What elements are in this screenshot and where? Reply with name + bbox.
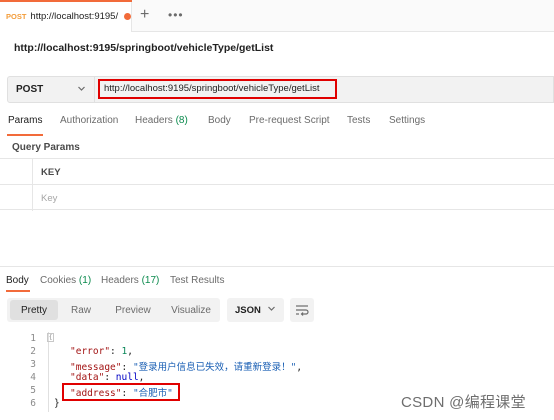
new-tab-button[interactable]: + — [140, 7, 149, 23]
line-number: 1 — [30, 333, 36, 344]
line-number: 5 — [30, 385, 36, 396]
preview-button[interactable]: Preview — [105, 300, 161, 320]
json-sep: : — [110, 346, 122, 357]
tab-authorization[interactable]: Authorization — [60, 115, 118, 126]
tab-headers[interactable]: Headers (8) — [135, 115, 188, 126]
json-value: null — [115, 372, 139, 383]
response-tab-headers[interactable]: Headers (17) — [101, 275, 159, 286]
url-text[interactable]: http://localhost:9195/springboot/vehicle… — [104, 83, 319, 94]
json-comma: , — [296, 362, 303, 373]
tab-title: http://localhost:9195/ — [30, 10, 119, 22]
line-number: 2 — [30, 346, 36, 357]
active-tab-indicator — [0, 0, 132, 2]
code-line: "data": null, — [70, 372, 144, 383]
wrap-lines-button[interactable] — [290, 298, 314, 322]
tab-params[interactable]: Params — [8, 115, 42, 126]
key-input-placeholder[interactable]: Key — [41, 193, 57, 204]
table-header-row: KEY — [0, 159, 554, 185]
method-label: POST — [16, 84, 44, 95]
query-params-title: Query Params — [12, 142, 80, 153]
resp-headers-label: Headers — [101, 275, 139, 286]
body-tab-underline — [6, 290, 30, 292]
chevron-down-icon — [267, 304, 276, 315]
json-value: "登录用户信息已失效，请重新登录！" — [132, 362, 297, 373]
code-line-closing-brace: } — [54, 398, 60, 409]
pretty-button[interactable]: Pretty — [10, 300, 58, 320]
cookies-count: (1) — [78, 275, 92, 286]
json-key: "data" — [70, 372, 105, 383]
tab-headers-count: (8) — [175, 115, 188, 126]
address-highlight-annotation — [62, 383, 180, 401]
code-line: "error": 1, — [70, 346, 133, 357]
indent-guide — [48, 332, 49, 412]
tab-pre-request-script[interactable]: Pre-request Script — [249, 115, 330, 126]
tab-body[interactable]: Body — [208, 115, 231, 126]
raw-button[interactable]: Raw — [61, 300, 101, 320]
query-params-table: KEY Key — [0, 158, 554, 211]
response-tab-body[interactable]: Body — [6, 275, 29, 286]
tab-settings[interactable]: Settings — [389, 115, 425, 126]
line-number: 6 — [30, 398, 36, 409]
view-mode-segmented-control: Pretty Raw Preview Visualize — [7, 298, 220, 322]
response-tab-test-results[interactable]: Test Results — [170, 275, 224, 286]
unsaved-dot-icon — [124, 12, 131, 20]
fold-icon[interactable]: { — [47, 333, 54, 342]
response-tab-cookies[interactable]: Cookies (1) — [40, 275, 91, 286]
json-comma: , — [138, 372, 145, 383]
params-tab-underline — [7, 134, 43, 136]
json-key: "error" — [70, 346, 111, 357]
request-name: http://localhost:9195/springboot/vehicle… — [14, 42, 274, 54]
tab-method-label: POST — [6, 11, 27, 21]
response-divider — [0, 266, 554, 267]
wrap-lines-icon — [296, 305, 309, 316]
response-tabs: Body Cookies (1) Headers (17) Test Resul… — [0, 275, 554, 291]
tab-tests[interactable]: Tests — [347, 115, 370, 126]
json-comma: , — [127, 346, 133, 357]
resp-headers-count: (17) — [141, 275, 160, 286]
tab-strip: POST http://localhost:9195/ + ••• — [0, 0, 554, 32]
language-label: JSON — [235, 304, 261, 316]
more-tabs-button[interactable]: ••• — [168, 8, 184, 22]
code-line: "message": "登录用户信息已失效，请重新登录！", — [70, 359, 302, 373]
language-select[interactable]: JSON — [227, 298, 284, 322]
key-column-header: KEY — [41, 167, 61, 178]
table-row[interactable]: Key — [0, 185, 554, 211]
json-sep: : — [104, 372, 116, 383]
request-tab[interactable]: POST http://localhost:9195/ — [0, 0, 132, 32]
method-select[interactable]: POST — [7, 76, 95, 103]
line-number: 3 — [30, 359, 36, 370]
chevron-down-icon — [77, 84, 86, 95]
request-tabs: Params Authorization Headers (8) Body Pr… — [0, 115, 554, 135]
watermark: CSDN @编程课堂 — [401, 394, 526, 411]
line-number: 4 — [30, 372, 36, 383]
visualize-button[interactable]: Visualize — [165, 300, 217, 320]
cookies-label: Cookies — [40, 275, 77, 286]
tab-headers-label: Headers — [135, 115, 173, 126]
